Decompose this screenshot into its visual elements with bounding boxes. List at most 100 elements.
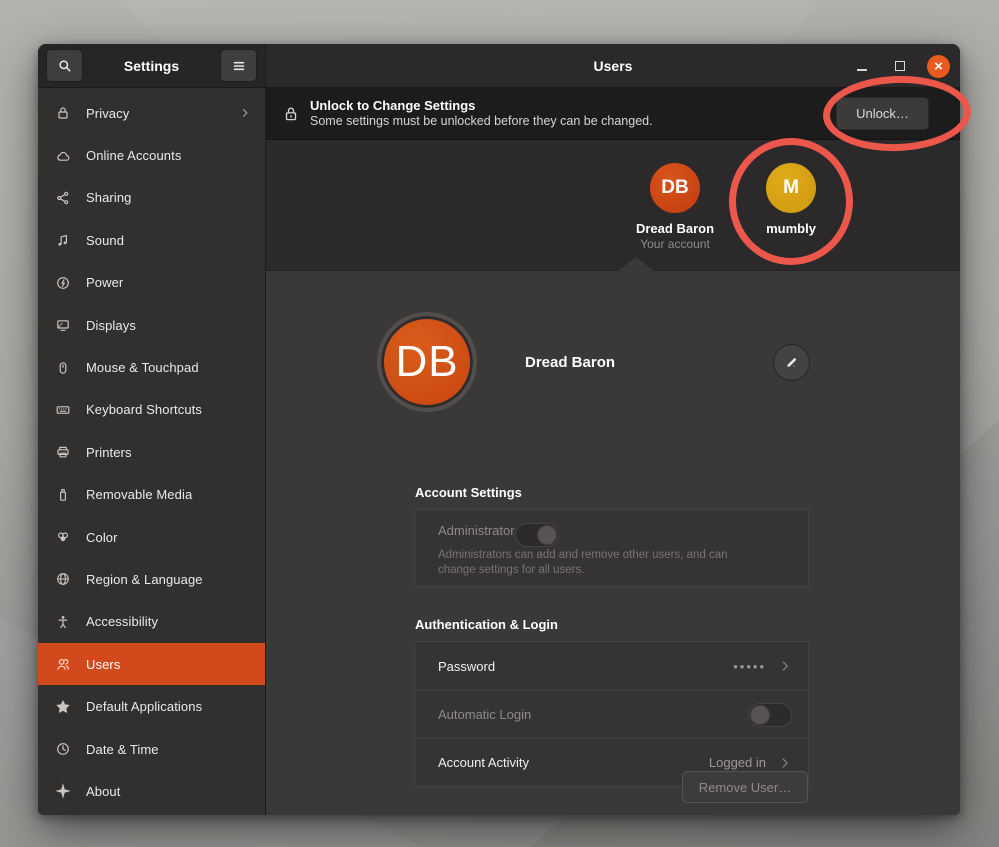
- remove-user-button[interactable]: Remove User…: [682, 771, 808, 803]
- lock-icon: [282, 105, 300, 123]
- clock-icon: [48, 741, 78, 757]
- authentication-login-card: Password ••••• Automatic Login Account A…: [414, 641, 809, 787]
- edit-name-button[interactable]: [773, 344, 810, 381]
- star-icon: [48, 699, 78, 715]
- close-button[interactable]: ×: [927, 55, 950, 78]
- sidebar-item-date-time[interactable]: Date & Time: [38, 728, 265, 770]
- sidebar-item-label: Region & Language: [78, 572, 251, 587]
- settings-window: Settings Privacy Online Accounts Sharing: [38, 44, 960, 815]
- password-value: •••••: [733, 659, 766, 674]
- automatic-login-label: Automatic Login: [438, 707, 748, 722]
- chevron-right-icon: [239, 107, 251, 119]
- search-icon[interactable]: [46, 49, 83, 82]
- administrator-description: Administrators can add and remove other …: [438, 548, 750, 578]
- maximize-button[interactable]: [889, 55, 911, 77]
- sidebar-item-label: Default Applications: [78, 699, 251, 714]
- sidebar-item-label: Date & Time: [78, 742, 251, 757]
- user-name: mumbly: [713, 221, 869, 236]
- sidebar-item-about[interactable]: About: [38, 770, 265, 812]
- close-icon: ×: [934, 58, 943, 75]
- password-row[interactable]: Password •••••: [415, 642, 808, 690]
- sidebar-item-label: Sound: [78, 233, 251, 248]
- profile-avatar[interactable]: DB: [377, 312, 477, 412]
- sidebar-item-label: Printers: [78, 445, 251, 460]
- sidebar-item-label: Power: [78, 275, 251, 290]
- mouse-icon: [48, 360, 78, 376]
- sidebar-item-color[interactable]: Color: [38, 516, 265, 558]
- sidebar-item-label: About: [78, 784, 251, 799]
- sidebar-item-default-applications[interactable]: Default Applications: [38, 685, 265, 727]
- sidebar: Settings Privacy Online Accounts Sharing: [38, 44, 266, 815]
- sidebar-item-region-language[interactable]: Region & Language: [38, 558, 265, 600]
- selected-user-indicator: [618, 257, 654, 271]
- maximize-icon: [895, 61, 905, 71]
- sidebar-item-label: Privacy: [78, 106, 239, 121]
- unlock-button[interactable]: Unlock…: [836, 97, 929, 130]
- sparkle-icon: [48, 783, 78, 799]
- chevron-right-icon: [778, 756, 792, 770]
- keyboard-icon: [48, 402, 78, 418]
- sidebar-header: Settings: [38, 44, 265, 88]
- banner-text: Unlock to Change Settings Some settings …: [310, 98, 826, 130]
- music-note-icon: [48, 232, 78, 248]
- sidebar-item-label: Displays: [78, 318, 251, 333]
- main-pane: Users × Unlock to Change Settings Some s…: [266, 44, 960, 815]
- sidebar-item-label: Sharing: [78, 190, 251, 205]
- sidebar-item-sharing[interactable]: Sharing: [38, 177, 265, 219]
- account-activity-value: Logged in: [709, 755, 766, 770]
- sidebar-item-printers[interactable]: Printers: [38, 431, 265, 473]
- window-controls: ×: [851, 44, 950, 88]
- sidebar-item-mouse-touchpad[interactable]: Mouse & Touchpad: [38, 346, 265, 388]
- banner-subtitle: Some settings must be unlocked before th…: [310, 114, 826, 130]
- banner-title: Unlock to Change Settings: [310, 98, 826, 114]
- printer-icon: [48, 444, 78, 460]
- monitor-icon: [48, 317, 78, 333]
- sidebar-item-removable-media[interactable]: Removable Media: [38, 474, 265, 516]
- user-subtitle: Your account: [597, 237, 753, 251]
- sidebar-item-privacy[interactable]: Privacy: [38, 92, 265, 134]
- pencil-icon: [784, 355, 799, 370]
- sidebar-item-sound[interactable]: Sound: [38, 219, 265, 261]
- sidebar-item-keyboard-shortcuts[interactable]: Keyboard Shortcuts: [38, 389, 265, 431]
- minimize-icon: [857, 69, 867, 71]
- avatar[interactable]: DB: [650, 163, 700, 213]
- flash-drive-icon: [48, 487, 78, 503]
- unlock-banner: Unlock to Change Settings Some settings …: [266, 88, 960, 140]
- account-settings-card: Administrator Administrators can add and…: [414, 509, 809, 587]
- toggle-knob: [537, 525, 557, 545]
- users-icon: [48, 656, 78, 672]
- chevron-right-icon: [778, 659, 792, 673]
- administrator-label: Administrator: [438, 523, 515, 538]
- hamburger-menu-icon[interactable]: [220, 49, 257, 82]
- sidebar-item-label: Color: [78, 530, 251, 545]
- automatic-login-row: Automatic Login: [415, 690, 808, 738]
- headerbar: Users ×: [266, 44, 960, 88]
- carousel-user-mumbly[interactable]: M mumbly: [713, 163, 869, 236]
- sidebar-item-label: Accessibility: [78, 614, 251, 629]
- user-carousel: DB Dread Baron Your account M mumbly: [266, 140, 960, 271]
- sidebar-item-label: Mouse & Touchpad: [78, 360, 251, 375]
- password-label: Password: [438, 659, 733, 674]
- sidebar-item-accessibility[interactable]: Accessibility: [38, 601, 265, 643]
- avatar[interactable]: M: [766, 163, 816, 213]
- administrator-row: Administrator: [415, 510, 808, 547]
- sidebar-item-label: Online Accounts: [78, 148, 251, 163]
- account-activity-label: Account Activity: [438, 755, 709, 770]
- toggle-knob: [750, 705, 770, 725]
- automatic-login-toggle[interactable]: [748, 703, 792, 727]
- sidebar-item-displays[interactable]: Displays: [38, 304, 265, 346]
- globe-icon: [48, 571, 78, 587]
- sidebar-item-label: Keyboard Shortcuts: [78, 402, 251, 417]
- administrator-toggle[interactable]: [515, 523, 559, 547]
- minimize-button[interactable]: [851, 55, 873, 77]
- sidebar-item-users[interactable]: Users: [38, 643, 265, 685]
- sidebar-list: Privacy Online Accounts Sharing Sound Po…: [38, 88, 265, 815]
- sidebar-item-online-accounts[interactable]: Online Accounts: [38, 134, 265, 176]
- cloud-icon: [48, 148, 78, 164]
- profile-name: Dread Baron: [525, 354, 615, 371]
- sidebar-item-power[interactable]: Power: [38, 262, 265, 304]
- user-detail-panel: DB Dread Baron Account Settings Administ…: [266, 271, 960, 815]
- account-settings-heading: Account Settings: [415, 485, 522, 500]
- share-icon: [48, 190, 78, 206]
- lock-icon: [48, 105, 78, 121]
